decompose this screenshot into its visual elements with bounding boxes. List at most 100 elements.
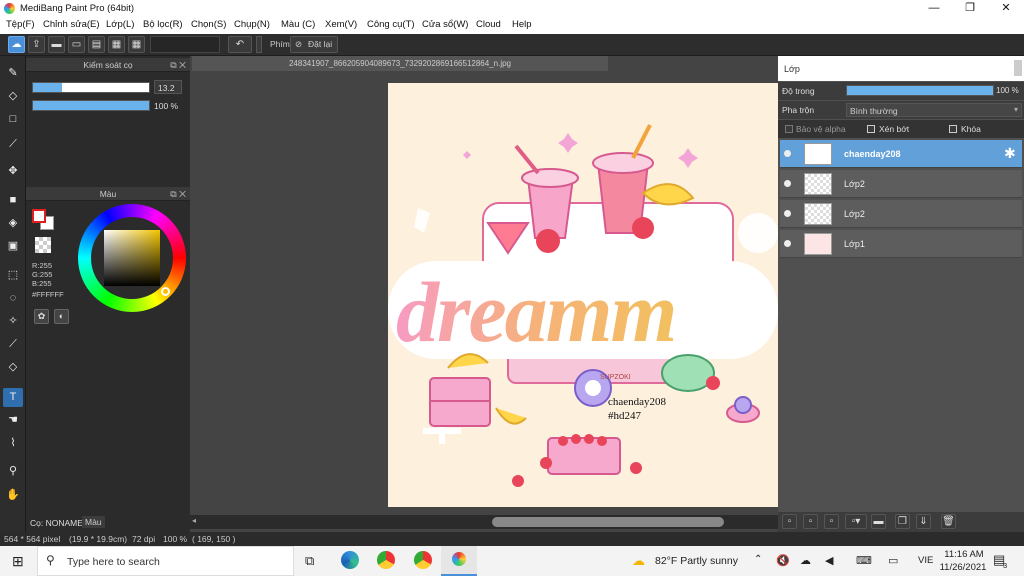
menu-capture[interactable]: Chụp(N) xyxy=(234,19,270,30)
operation-tool-icon[interactable]: ☚ xyxy=(3,411,23,430)
windows-start-icon[interactable]: ⊞ xyxy=(12,553,24,570)
brush-size-input[interactable]: 13.2 xyxy=(154,80,182,94)
weather-text[interactable]: 82°F Partly sunny xyxy=(655,555,738,567)
scroll-left-icon[interactable]: ◂ xyxy=(192,516,196,525)
chat-icon[interactable]: ▭ xyxy=(68,36,85,53)
canvas[interactable]: dreamm SUPZOKI chaenday208 #hd247 xyxy=(388,83,778,507)
visibility-icon[interactable] xyxy=(784,240,791,247)
toolbar-handle[interactable] xyxy=(256,36,262,53)
chrome-icon[interactable] xyxy=(414,551,432,569)
cloud-icon[interactable]: ☁ xyxy=(800,554,811,567)
scroll-thumb[interactable] xyxy=(492,517,724,527)
layer-opacity-slider[interactable] xyxy=(846,85,994,96)
clock-date[interactable]: 11/26/2021 xyxy=(938,562,988,573)
trash-icon[interactable]: 🗑 xyxy=(941,514,956,529)
visibility-icon[interactable] xyxy=(784,210,791,217)
edge-icon[interactable] xyxy=(341,551,359,569)
new-halftone-layer-icon[interactable]: ▫ xyxy=(803,514,818,529)
menu-view[interactable]: Xem(V) xyxy=(325,19,357,30)
undo-icon[interactable]: ↶ xyxy=(228,36,252,53)
gradient-tool-icon[interactable]: ▣ xyxy=(3,237,23,256)
protect-alpha-checkbox[interactable] xyxy=(785,125,793,133)
color-tab[interactable]: Màu xyxy=(82,516,105,528)
grid-icon[interactable]: ▦ xyxy=(128,36,145,53)
brush-size-slider[interactable] xyxy=(32,82,150,93)
dropper-tool-icon[interactable]: ⚲ xyxy=(3,462,23,481)
keyboard-icon[interactable]: ⌨ xyxy=(856,554,872,567)
color-panel-close-icon[interactable]: ⧉ ✕ xyxy=(170,187,186,201)
maximize-button[interactable]: ❐ xyxy=(953,0,987,17)
magic-wand-tool-icon[interactable]: ✧ xyxy=(3,312,23,331)
document-tab[interactable]: 248341907_866205904089673_73292028691665… xyxy=(192,56,608,71)
share-icon[interactable]: ⇪ xyxy=(28,36,45,53)
medibang-taskbar-button[interactable] xyxy=(441,546,477,576)
input-language[interactable]: VIE xyxy=(918,555,933,566)
menu-window[interactable]: Cửa sổ(W) xyxy=(422,19,468,30)
gear-icon[interactable]: ✱ xyxy=(1004,145,1016,162)
menu-help[interactable]: Help xyxy=(512,19,532,30)
menu-edit[interactable]: Chỉnh sửa(E) xyxy=(43,19,100,30)
layer-row[interactable]: Lớp2 xyxy=(780,200,1022,228)
select-pen-tool-icon[interactable]: ⟋ xyxy=(3,335,23,354)
pen-tool-icon[interactable]: ⟋ xyxy=(3,135,23,154)
transparent-color-swatch[interactable] xyxy=(35,237,51,253)
menu-tools[interactable]: Công cụ(T) xyxy=(367,19,415,30)
duplicate-layer-icon[interactable]: ❐ xyxy=(895,514,910,529)
eyedropper-tool-icon[interactable]: ⌇ xyxy=(3,434,23,453)
hand-tool-icon[interactable]: ✋ xyxy=(3,486,23,505)
panel-close-icon[interactable]: ⧉ ✕ xyxy=(170,58,186,72)
text-tool-icon[interactable]: T xyxy=(3,388,23,407)
comment-icon[interactable]: ▬ xyxy=(48,36,65,53)
taskbar-search[interactable]: ⚲ Type here to search xyxy=(37,546,294,576)
select-tool-icon[interactable]: ⬚ xyxy=(3,266,23,285)
brush-opacity-slider[interactable] xyxy=(32,100,150,111)
menu-color[interactable]: Màu (C) xyxy=(281,19,315,30)
clipping-checkbox[interactable] xyxy=(867,125,875,133)
new-layer-icon[interactable]: ▫ xyxy=(782,514,797,529)
volume-icon[interactable]: ◀ xyxy=(825,554,833,567)
fill-rect-tool-icon[interactable]: ■ xyxy=(3,191,23,210)
lock-checkbox[interactable] xyxy=(949,125,957,133)
palette-icon[interactable]: ✿ xyxy=(34,309,49,324)
add-layer-menu-icon[interactable]: ▫▾ xyxy=(845,514,867,529)
task-view-icon[interactable]: ⧉ xyxy=(305,553,314,569)
menu-cloud[interactable]: Cloud xyxy=(476,19,501,30)
visibility-icon[interactable] xyxy=(784,180,791,187)
new-8bit-layer-icon[interactable]: ▫ xyxy=(824,514,839,529)
cloud-icon[interactable]: ☁ xyxy=(8,36,25,53)
bucket-tool-icon[interactable]: ◈ xyxy=(3,214,23,233)
move-tool-icon[interactable]: ✥ xyxy=(3,162,23,181)
lasso-tool-icon[interactable]: ◌ xyxy=(3,289,23,308)
speaker-muted-icon[interactable]: 🔇 xyxy=(776,554,790,567)
display-icon[interactable]: ▭ xyxy=(888,554,898,567)
minimize-button[interactable]: — xyxy=(917,0,951,17)
color-settings-icon[interactable]: ◐ xyxy=(54,309,69,324)
visibility-icon[interactable] xyxy=(784,150,791,157)
folder-icon[interactable]: ▬ xyxy=(871,514,886,529)
close-button[interactable]: ✕ xyxy=(989,0,1023,17)
clock-time[interactable]: 11:16 AM xyxy=(942,549,986,560)
layer-row[interactable]: chaenday208 ✱ xyxy=(780,140,1022,168)
chevron-up-icon[interactable]: ⌃ xyxy=(754,554,762,565)
reset-button[interactable]: ⊘ Đặt lại xyxy=(290,36,338,53)
document-icon[interactable]: ▤ xyxy=(88,36,105,53)
select-eraser-tool-icon[interactable]: ◇ xyxy=(3,358,23,377)
brush-tab[interactable]: Cọ: NONAME xyxy=(30,518,83,528)
menu-layer[interactable]: Lớp(L) xyxy=(106,19,134,30)
layers-scroll[interactable] xyxy=(1014,60,1022,76)
merge-layer-icon[interactable]: ⇓ xyxy=(916,514,931,529)
layer-row[interactable]: Lớp1 xyxy=(780,230,1022,258)
layer-row[interactable]: Lớp2 xyxy=(780,170,1022,198)
brush-tool-icon[interactable]: ✎ xyxy=(3,64,23,83)
menu-file[interactable]: Tệp(F) xyxy=(6,19,35,30)
horizontal-scrollbar[interactable]: ◂ xyxy=(190,515,778,529)
menu-filter[interactable]: Bộ lọc(R) xyxy=(143,19,183,30)
rectangle-tool-icon[interactable]: □ xyxy=(3,110,23,129)
blend-select[interactable]: Bình thường ▾ xyxy=(846,103,1022,117)
primary-color-swatch[interactable] xyxy=(32,209,46,223)
eraser-tool-icon[interactable]: ◇ xyxy=(3,87,23,106)
menu-select[interactable]: Chọn(S) xyxy=(191,19,226,30)
saturation-box[interactable] xyxy=(104,230,160,286)
hue-picker[interactable] xyxy=(161,287,170,296)
material-icon[interactable]: ▦ xyxy=(108,36,125,53)
